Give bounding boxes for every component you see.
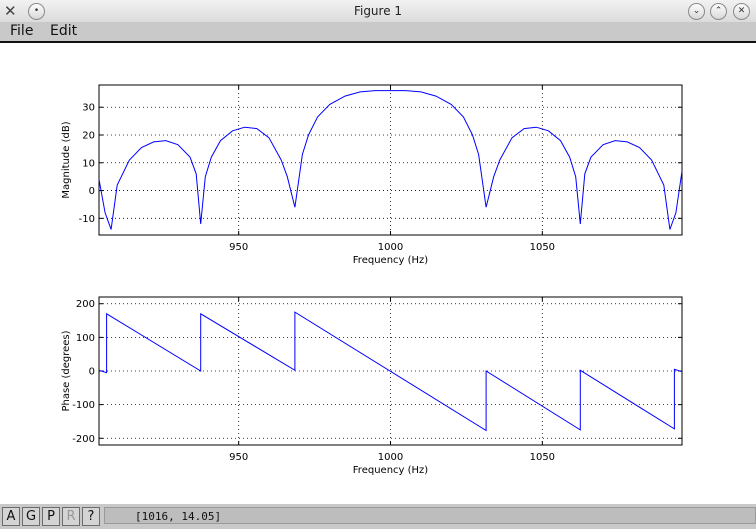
y-tick-label: 20 <box>82 131 95 142</box>
help-button[interactable]: ? <box>82 507 100 526</box>
statusbar: A G P R ? [1016, 14.05] <box>0 504 756 529</box>
axes-frame-1 <box>98 84 683 236</box>
close-button[interactable]: ✕ <box>733 3 750 20</box>
x-tick-label: 1000 <box>378 242 403 253</box>
y-tick-label: 10 <box>82 158 95 169</box>
autoscale-button[interactable]: A <box>2 507 20 526</box>
x-axis-label: Frequency (Hz) <box>353 255 429 266</box>
minimize-button[interactable]: ⌄ <box>688 3 705 20</box>
maximize-button[interactable]: ⌃ <box>710 3 727 20</box>
y-tick-label: 0 <box>89 367 95 378</box>
x-tick-label: 1000 <box>378 452 403 463</box>
y-tick-label: 30 <box>82 103 95 114</box>
x-tick-label: 950 <box>229 242 248 253</box>
menubar: File Edit <box>0 22 756 43</box>
menu-file[interactable]: File <box>10 23 33 39</box>
rotate-button[interactable]: R <box>62 507 80 526</box>
menu-edit[interactable]: Edit <box>50 23 77 39</box>
grid-button[interactable]: G <box>22 507 40 526</box>
y-tick-label: 200 <box>76 299 95 310</box>
y-tick-label: -10 <box>79 214 95 225</box>
plot-canvas[interactable]: 950 1000 1050-100102030Frequency (Hz)Magni… <box>0 43 756 503</box>
window-titlebar: ✕ • Figure 1 ⌄ ⌃ ✕ <box>0 0 756 23</box>
x-tick-label: 1050 <box>530 242 555 253</box>
y-axis-label: Magnitude (dB) <box>61 121 72 198</box>
x-axis-label: Frequency (Hz) <box>353 465 429 476</box>
x-tick-label: 950 <box>229 452 248 463</box>
y-tick-label: 100 <box>76 333 95 344</box>
coordinate-readout: [1016, 14.05] <box>104 507 756 524</box>
y-tick-label: -100 <box>72 400 95 411</box>
y-axis-label: Phase (degrees) <box>61 330 72 411</box>
y-tick-label: 0 <box>89 186 95 197</box>
series-line-1 <box>98 90 683 230</box>
window-title: Figure 1 <box>353 4 403 18</box>
x-tick-label: 1050 <box>530 452 555 463</box>
y-tick-label: -200 <box>72 434 95 445</box>
print-button[interactable]: P <box>42 507 60 526</box>
